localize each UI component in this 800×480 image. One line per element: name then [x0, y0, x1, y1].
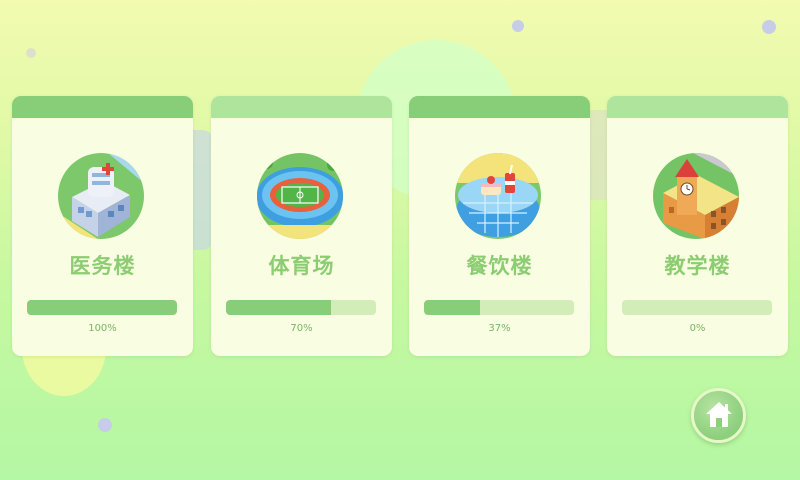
- home-icon: [706, 402, 732, 427]
- building-name: 餐饮楼: [466, 254, 533, 278]
- building-card-restaurant[interactable]: 餐饮楼 37%: [409, 96, 590, 356]
- background-dot: [762, 20, 776, 34]
- progress-bar: [27, 300, 177, 315]
- building-name: 医务楼: [69, 254, 136, 278]
- progress-label: 100%: [88, 323, 117, 334]
- progress-bar: [226, 300, 376, 315]
- progress-label: 0%: [689, 323, 706, 334]
- progress-fill: [424, 300, 480, 315]
- card-header: [12, 96, 193, 118]
- building-card-school[interactable]: 教学楼 0%: [607, 96, 788, 356]
- school-building-icon: [653, 153, 739, 239]
- home-button[interactable]: [691, 388, 746, 443]
- card-header: [607, 96, 788, 118]
- background-dot: [512, 20, 524, 32]
- building-name: 教学楼: [664, 254, 731, 278]
- background-dot: [98, 418, 112, 432]
- building-name: 体育场: [268, 254, 335, 278]
- stadium-icon: [257, 153, 343, 239]
- building-card-stadium[interactable]: 体育场 70%: [211, 96, 392, 356]
- progress-fill: [226, 300, 331, 315]
- progress-bar: [622, 300, 772, 315]
- progress-label: 70%: [290, 323, 313, 334]
- card-header: [409, 96, 590, 118]
- progress-label: 37%: [488, 323, 511, 334]
- hospital-building-icon: [58, 153, 144, 239]
- progress-bar: [424, 300, 574, 315]
- card-header: [211, 96, 392, 118]
- background-dot: [26, 48, 36, 58]
- restaurant-building-icon: [455, 153, 541, 239]
- building-card-hospital[interactable]: 医务楼 100%: [12, 96, 193, 356]
- progress-fill: [27, 300, 177, 315]
